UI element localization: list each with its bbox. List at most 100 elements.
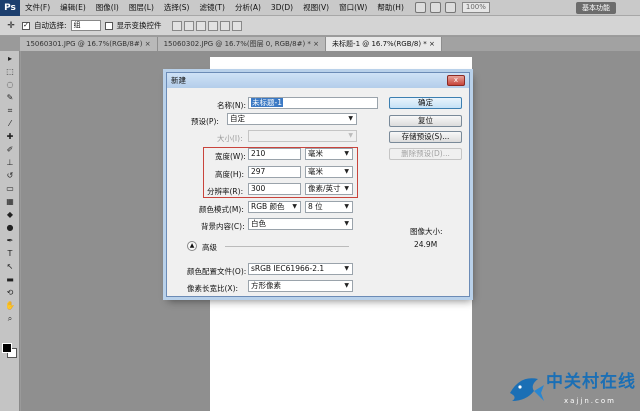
preset-dropdown[interactable]: 自定 ▼ — [227, 113, 357, 125]
auto-select-checkbox[interactable]: ✓ — [22, 21, 30, 30]
name-input[interactable]: 未标题-1 — [248, 97, 378, 109]
advanced-label: 高级 — [202, 243, 217, 252]
height-value: 297 — [251, 167, 266, 176]
menu-image[interactable]: 图像(I) — [91, 2, 124, 13]
3d-rotate-icon[interactable]: ⟲ — [3, 287, 17, 298]
chevron-down-icon: ▼ — [348, 115, 353, 122]
tab-doc-3[interactable]: 未标题-1 @ 16.7%(RGB/8) * × — [326, 37, 442, 51]
width-input[interactable]: 210 — [248, 148, 301, 160]
chevron-up-icon: ▲ — [189, 242, 195, 249]
zoom-level[interactable]: 100% — [461, 2, 490, 13]
show-transform-checkbox[interactable] — [104, 21, 113, 30]
name-label: 名称(N): — [217, 101, 246, 110]
dialog-close-button[interactable]: x — [447, 75, 465, 86]
fish-logo-icon — [510, 378, 544, 401]
align-middle-icon[interactable] — [183, 20, 194, 31]
menu-file[interactable]: 文件(F) — [20, 2, 55, 13]
save-preset-button[interactable]: 存储预设(S)... — [389, 131, 462, 143]
menu-analysis[interactable]: 分析(A) — [230, 2, 266, 13]
resolution-input[interactable]: 300 — [248, 183, 301, 195]
color-mode-label: 颜色模式(M): — [199, 205, 244, 214]
color-mode-dropdown[interactable]: RGB 颜色 ▼ — [248, 201, 301, 213]
quick-select-icon[interactable]: ✎ — [3, 92, 17, 103]
stamp-icon[interactable]: ⊥ — [3, 157, 17, 168]
resolution-unit-dropdown[interactable]: 像素/英寸 ▼ — [305, 183, 353, 195]
tab-label: 15060302.JPG @ 16.7%(图层 0, RGB/8#) * — [163, 40, 311, 48]
dialog-title: 新建 — [171, 76, 186, 85]
tab-doc-2[interactable]: 15060302.JPG @ 16.7%(图层 0, RGB/8#) * × — [157, 37, 327, 51]
align-right-icon[interactable] — [231, 20, 242, 31]
ok-button[interactable]: 确定 — [389, 97, 462, 109]
menu-window[interactable]: 窗口(W) — [334, 2, 372, 13]
watermark: 中关村在线 xajjn.com — [508, 367, 640, 411]
move-tool-icon[interactable]: ✛ — [4, 20, 18, 32]
blur-icon[interactable]: ◆ — [3, 209, 17, 220]
delete-preset-button: 删除预设(D)... — [389, 148, 462, 160]
close-icon[interactable]: × — [429, 40, 435, 48]
crop-icon[interactable]: ⌗ — [3, 105, 17, 116]
eraser-icon[interactable]: ▭ — [3, 183, 17, 194]
align-bottom-icon[interactable] — [195, 20, 206, 31]
close-icon[interactable]: × — [313, 40, 319, 48]
width-unit-dropdown[interactable]: 毫米 ▼ — [305, 148, 353, 160]
reset-button[interactable]: 复位 — [389, 115, 462, 127]
pixel-aspect-value: 方形像素 — [251, 281, 281, 290]
menu-filter[interactable]: 滤镜(T) — [195, 2, 230, 13]
menu-bar: Ps 文件(F) 编辑(E) 图像(I) 图层(L) 选择(S) 滤镜(T) 分… — [0, 0, 640, 16]
chevron-down-icon: ▼ — [344, 168, 349, 175]
tab-doc-1[interactable]: 15060301.JPG @ 16.7%(RGB/8#) × — [20, 37, 158, 51]
hand-icon[interactable] — [444, 2, 456, 13]
minibridge-icon[interactable] — [429, 2, 441, 13]
auto-select-dropdown[interactable]: 组 — [70, 20, 101, 31]
pixel-aspect-dropdown[interactable]: 方形像素 ▼ — [248, 280, 353, 292]
hand-tool-icon[interactable]: ✋ — [3, 300, 17, 311]
color-profile-label: 颜色配置文件(O): — [187, 267, 247, 276]
zoom-tool-icon[interactable]: ⌕ — [3, 313, 17, 324]
chevron-down-icon: ▼ — [344, 203, 349, 210]
options-bar: ✛ ✓ 自动选择: 组 显示变换控件 — [0, 16, 640, 36]
brush-icon[interactable]: ✐ — [3, 144, 17, 155]
color-profile-value: sRGB IEC61966-2.1 — [251, 264, 325, 273]
color-profile-dropdown[interactable]: sRGB IEC61966-2.1 ▼ — [248, 263, 353, 275]
marquee-icon[interactable]: ⬚ — [3, 66, 17, 77]
chevron-down-icon: ▼ — [344, 265, 349, 272]
pen-icon[interactable]: ✒ — [3, 235, 17, 246]
workspace-button[interactable]: 基本功能 — [576, 2, 616, 14]
healing-icon[interactable]: ✚ — [3, 131, 17, 142]
chevron-down-icon: ▼ — [344, 150, 349, 157]
color-mode-value: RGB 颜色 — [251, 202, 285, 211]
align-left-icon[interactable] — [207, 20, 218, 31]
menu-layer[interactable]: 图层(L) — [124, 2, 159, 13]
shape-icon[interactable]: ▬ — [3, 274, 17, 285]
history-brush-icon[interactable]: ↺ — [3, 170, 17, 181]
align-tools — [171, 20, 242, 31]
eyedropper-icon[interactable]: ⁄ — [3, 118, 17, 129]
menu-edit[interactable]: 编辑(E) — [55, 2, 91, 13]
advanced-toggle[interactable]: ▲ — [187, 241, 197, 251]
menu-3d[interactable]: 3D(D) — [266, 3, 298, 12]
bridge-icon[interactable] — [414, 2, 426, 13]
gradient-icon[interactable]: ▦ — [3, 196, 17, 207]
dodge-icon[interactable]: ● — [3, 222, 17, 233]
resolution-value: 300 — [251, 184, 266, 193]
height-input[interactable]: 297 — [248, 166, 301, 178]
height-unit-dropdown[interactable]: 毫米 ▼ — [305, 166, 353, 178]
align-center-icon[interactable] — [219, 20, 230, 31]
chevron-down-icon: ▼ — [344, 282, 349, 289]
type-icon[interactable]: T — [3, 248, 17, 259]
align-top-icon[interactable] — [171, 20, 182, 31]
foreground-color-swatch[interactable] — [2, 343, 12, 353]
resolution-label: 分辨率(R): — [207, 187, 244, 196]
background-dropdown[interactable]: 白色 ▼ — [248, 218, 353, 230]
chevron-down-icon: ▼ — [344, 185, 349, 192]
bit-depth-dropdown[interactable]: 8 位 ▼ — [305, 201, 353, 213]
menu-select[interactable]: 选择(S) — [159, 2, 195, 13]
menu-help[interactable]: 帮助(H) — [372, 2, 409, 13]
move-icon[interactable]: ▸ — [3, 53, 17, 64]
menu-view[interactable]: 视图(V) — [298, 2, 334, 13]
close-icon[interactable]: × — [145, 40, 151, 48]
lasso-icon[interactable]: ◌ — [3, 79, 17, 90]
image-size-label: 图像大小: — [410, 227, 443, 236]
width-unit-value: 毫米 — [308, 149, 323, 158]
path-select-icon[interactable]: ↖ — [3, 261, 17, 272]
